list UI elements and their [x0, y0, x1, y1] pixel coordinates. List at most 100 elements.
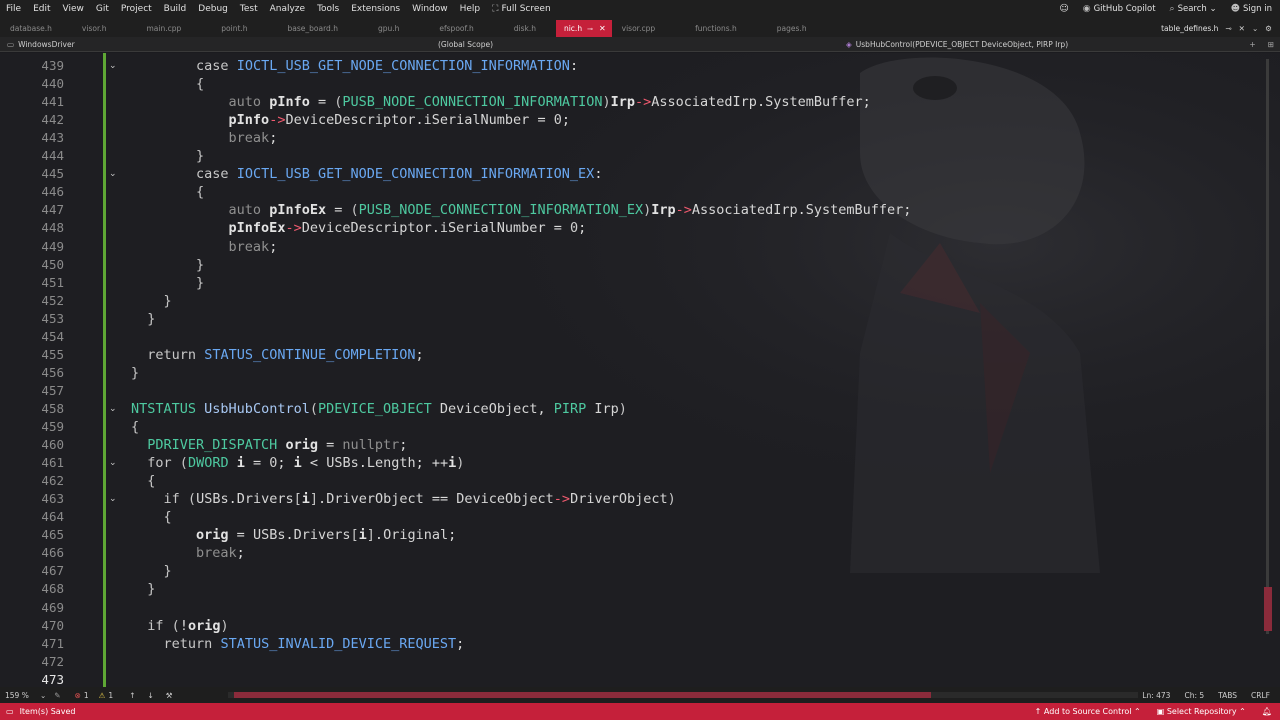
code-line[interactable]: 471 return STATUS_INVALID_DEVICE_REQUEST… — [0, 635, 1260, 653]
code-line[interactable]: 446 { — [0, 183, 1260, 201]
code-line[interactable]: 460 PDRIVER_DISPATCH orig = nullptr; — [0, 436, 1260, 454]
code-line[interactable]: 472 — [0, 653, 1260, 671]
line-number-status[interactable]: Ln: 473 — [1142, 691, 1170, 700]
tab-gpu-h[interactable]: gpu.h — [358, 20, 419, 37]
horizontal-scrollbar[interactable] — [228, 692, 1138, 698]
fold-chevron-icon[interactable]: ⌄ — [109, 165, 117, 183]
code-editor[interactable]: 439 ⌄ case IOCTL_USB_GET_NODE_CONNECTION_… — [0, 53, 1280, 687]
fullscreen-button[interactable]: ⛶ Full Screen — [486, 4, 557, 14]
code-line[interactable]: 441 auto pInfo = (PUSB_NODE_CONNECTION_I… — [0, 93, 1260, 111]
copilot-button[interactable]: ◉ GitHub Copilot — [1083, 4, 1156, 14]
tab-functions-h[interactable]: functions.h — [675, 20, 757, 37]
code-line[interactable]: 463 ⌄ if (USBs.Drivers[i].DriverObject ==… — [0, 490, 1260, 508]
tab-nic-h[interactable]: nic.h ⊸ ✕ — [555, 20, 612, 37]
pin-icon[interactable]: ⊸ — [587, 25, 593, 33]
indent-mode[interactable]: TABS — [1218, 691, 1237, 700]
code-line[interactable]: 452 } — [0, 292, 1260, 310]
notifications-icon[interactable]: 🔔︎ — [1262, 707, 1272, 716]
code-line[interactable]: 469 — [0, 599, 1260, 617]
fold-chevron-icon[interactable]: ⌄ — [109, 57, 117, 75]
code-line[interactable]: 453 } — [0, 310, 1260, 328]
menu-debug[interactable]: Debug — [192, 4, 234, 14]
code-line[interactable]: 445 ⌄ case IOCTL_USB_GET_NODE_CONNECTION_… — [0, 165, 1260, 183]
tab-disk-h[interactable]: disk.h — [494, 20, 556, 37]
fold-chevron-icon[interactable]: ⌄ — [109, 454, 117, 472]
tab-list-chevron-icon[interactable]: ⌄ — [1252, 24, 1258, 33]
tab-visor-cpp[interactable]: visor.cpp — [612, 20, 675, 37]
scrollbar-thumb[interactable] — [1264, 587, 1272, 631]
menu-window[interactable]: Window — [406, 4, 454, 14]
code-line[interactable]: 459 { — [0, 418, 1260, 436]
code-line[interactable]: 444 } — [0, 147, 1260, 165]
menu-test[interactable]: Test — [234, 4, 264, 14]
code-line[interactable]: 466 break; — [0, 544, 1260, 562]
tab-efspoof-h[interactable]: efspoof.h — [419, 20, 493, 37]
code-line[interactable]: 439 ⌄ case IOCTL_USB_GET_NODE_CONNECTION_… — [0, 57, 1260, 75]
error-icon[interactable]: ⊗ — [75, 691, 81, 700]
menu-project[interactable]: Project — [115, 4, 158, 14]
tab-pages-h[interactable]: pages.h — [757, 20, 827, 37]
fold-chevron-icon[interactable]: ⌄ — [109, 490, 117, 508]
error-count[interactable]: 1 — [84, 691, 89, 700]
tab-point-h[interactable]: point.h — [201, 20, 267, 37]
tab-database-h[interactable]: database.h — [0, 20, 62, 37]
code-line[interactable]: 467 } — [0, 562, 1260, 580]
menu-file[interactable]: File — [0, 4, 27, 14]
menu-edit[interactable]: Edit — [27, 4, 56, 14]
menu-build[interactable]: Build — [158, 4, 193, 14]
select-repository-button[interactable]: ▣ Select Repository ⌃ — [1157, 707, 1246, 716]
scope-dropdown[interactable]: (Global Scope) — [430, 40, 838, 49]
menu-extensions[interactable]: Extensions — [345, 4, 406, 14]
pin-icon[interactable]: ⊸ — [1225, 24, 1231, 33]
code-line[interactable]: 449 break; — [0, 238, 1260, 256]
warning-icon[interactable]: ⚠ — [99, 691, 106, 700]
split-icon[interactable]: ⊞ — [1262, 40, 1280, 49]
code-line[interactable]: 464 { — [0, 508, 1260, 526]
menu-analyze[interactable]: Analyze — [264, 4, 311, 14]
code-line[interactable]: 457 — [0, 382, 1260, 400]
code-line[interactable]: 447 auto pInfoEx = (PUSB_NODE_CONNECTION… — [0, 201, 1260, 219]
add-icon[interactable]: + — [1243, 40, 1261, 49]
code-line[interactable]: 462 { — [0, 472, 1260, 490]
intellicode-icon[interactable]: ✎ — [54, 691, 60, 700]
zoom-level[interactable]: 159 % — [0, 691, 40, 700]
code-line[interactable]: 451 } — [0, 274, 1260, 292]
menu-tools[interactable]: Tools — [311, 4, 345, 14]
zoom-chevron-icon[interactable]: ⌄ — [40, 691, 46, 700]
menu-help[interactable]: Help — [454, 4, 487, 14]
search-button[interactable]: ⌕ Search ⌄ — [1170, 4, 1217, 14]
code-line[interactable]: 443 break; — [0, 129, 1260, 147]
feedback-icon[interactable]: ☺ — [1059, 4, 1068, 14]
settings-icon[interactable]: ⚙ — [1265, 24, 1272, 33]
char-number-status[interactable]: Ch: 5 — [1184, 691, 1204, 700]
nav-down-icon[interactable]: ↓ — [147, 691, 153, 700]
brush-icon[interactable]: ⚒ — [166, 691, 173, 700]
add-source-control-button[interactable]: ↑ Add to Source Control ⌃ — [1035, 707, 1141, 716]
code-line[interactable]: 455 return STATUS_CONTINUE_COMPLETION; — [0, 346, 1260, 364]
code-line[interactable]: 458 ⌄ NTSTATUS UsbHubControl(PDEVICE_OBJEC… — [0, 400, 1260, 418]
scrollbar-track[interactable] — [1266, 59, 1269, 634]
code-line[interactable]: 473 — [0, 671, 1260, 687]
close-icon[interactable]: ✕ — [1239, 24, 1245, 33]
member-dropdown[interactable]: ◈ UsbHubControl(PDEVICE_OBJECT DeviceObj… — [838, 40, 1243, 49]
code-line[interactable]: 461 ⌄ for (DWORD i = 0; i < USBs.Length; … — [0, 454, 1260, 472]
line-ending[interactable]: CRLF — [1251, 691, 1270, 700]
code-line[interactable]: 468 } — [0, 580, 1260, 598]
close-icon[interactable]: ✕ — [599, 24, 606, 33]
warning-count[interactable]: 1 — [108, 691, 113, 700]
code-line[interactable]: 454 — [0, 328, 1260, 346]
fold-chevron-icon[interactable]: ⌄ — [109, 400, 117, 418]
horizontal-scrollbar-thumb[interactable] — [234, 692, 931, 698]
code-line[interactable]: 456} — [0, 364, 1260, 382]
menu-view[interactable]: View — [57, 4, 90, 14]
signin-button[interactable]: ☻ Sign in — [1231, 4, 1272, 14]
tab-main-cpp[interactable]: main.cpp — [126, 20, 201, 37]
project-dropdown[interactable]: ▭ WindowsDriver — [0, 40, 430, 49]
code-line[interactable]: 440 { — [0, 75, 1260, 93]
code-line[interactable]: 442 pInfo->DeviceDescriptor.iSerialNumbe… — [0, 111, 1260, 129]
code-line[interactable]: 465 orig = USBs.Drivers[i].Original; — [0, 526, 1260, 544]
tab-base-board-h[interactable]: base_board.h — [268, 20, 358, 37]
vertical-scrollbar[interactable] — [1262, 53, 1276, 687]
code-line[interactable]: 450 } — [0, 256, 1260, 274]
code-line[interactable]: 448 pInfoEx->DeviceDescriptor.iSerialNum… — [0, 219, 1260, 237]
